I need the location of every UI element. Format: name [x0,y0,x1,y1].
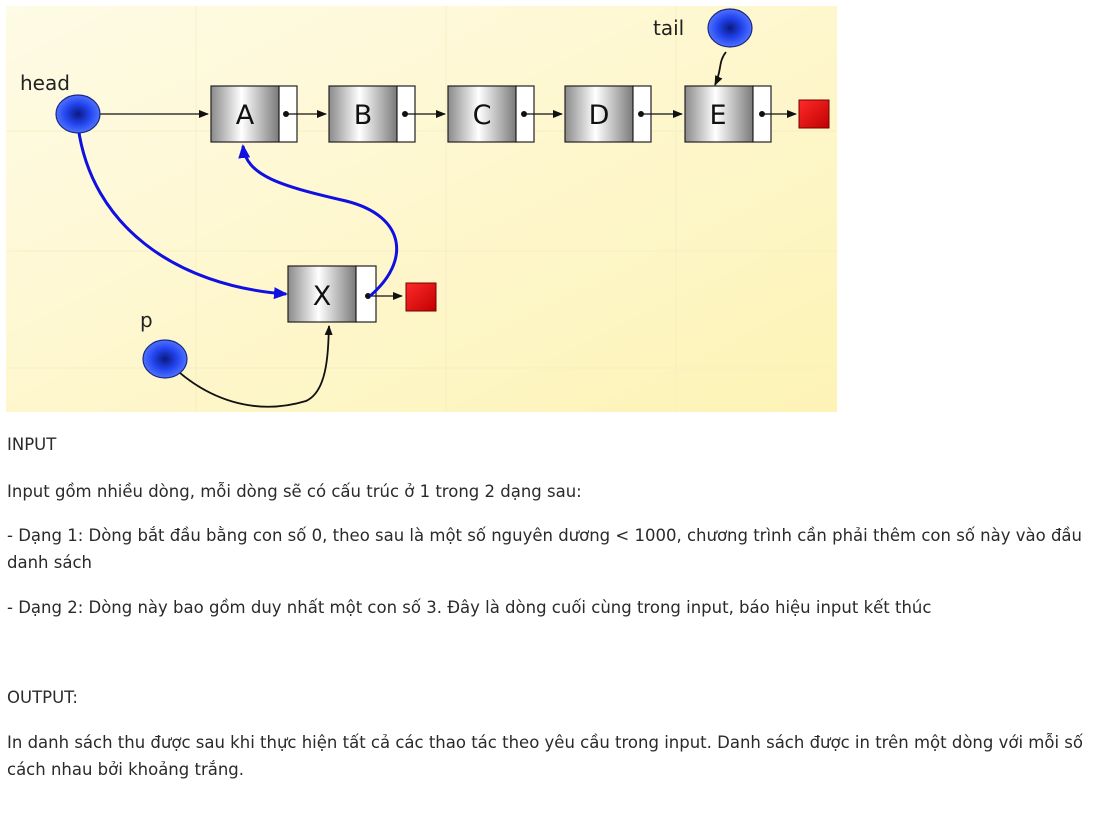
p-label: p [140,308,153,332]
node-label: B [354,100,373,131]
null-terminator [798,99,830,129]
p-pointer [142,339,188,379]
node-label: X [313,281,332,312]
head-pointer [55,94,101,134]
linked-list-diagram: head tail p A B C D E X [6,6,837,412]
node-x: X [287,265,377,323]
node-a: A [210,85,298,143]
node-label: E [709,100,726,131]
input-description: Input gồm nhiều dòng, mỗi dòng sẽ có cấu… [7,482,582,501]
node-c: C [447,85,535,143]
input-form-1: - Dạng 1: Dòng bắt đầu bằng con số 0, th… [7,526,1083,572]
output-description: In danh sách thu được sau khi thực hiện … [7,733,1083,779]
node-label: A [236,100,255,131]
node-label: D [589,100,610,131]
input-heading: INPUT [7,435,57,454]
node-b: B [328,85,416,143]
input-form-2: - Dạng 2: Dòng này bao gồm duy nhất một … [7,598,932,617]
null-terminator-x [405,282,437,312]
node-d: D [564,85,652,143]
tail-pointer [707,8,753,48]
tail-label: tail [653,16,684,40]
node-label: C [473,100,492,131]
output-heading: OUTPUT: [7,688,78,707]
node-e: E [684,85,772,143]
head-label: head [20,71,70,95]
